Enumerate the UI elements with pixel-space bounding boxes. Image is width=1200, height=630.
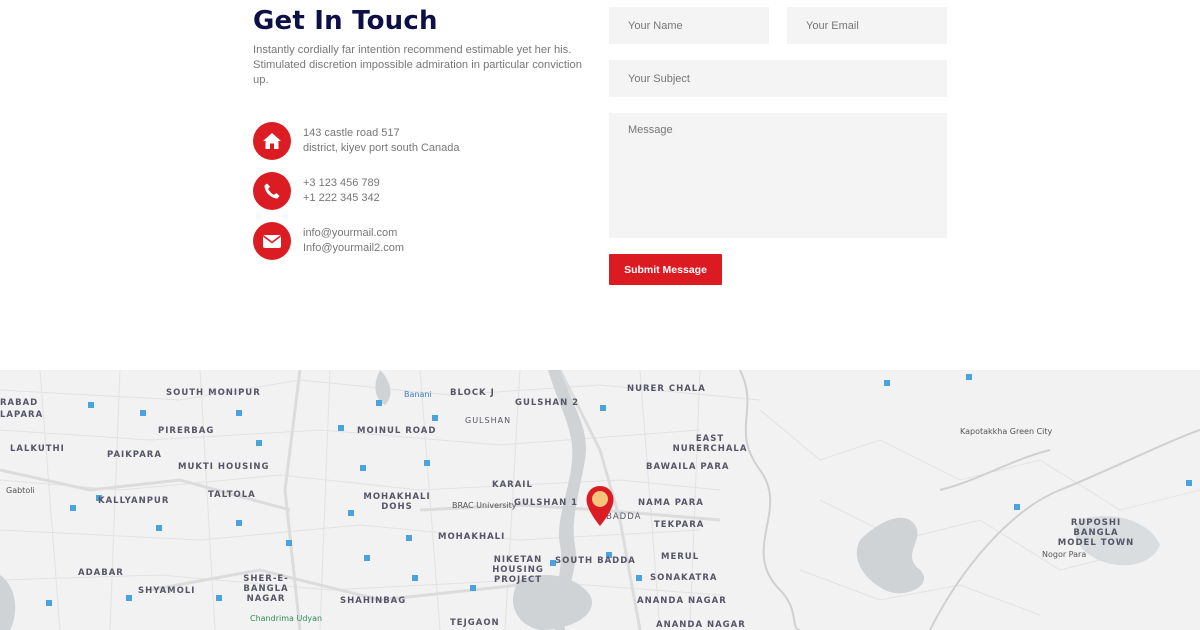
map-label: NURER CHALA (627, 384, 706, 394)
map-label: GULSHAN 1 (514, 498, 579, 508)
email-line-1: info@yourmail.com (303, 227, 398, 239)
map-label: ANANDA NAGAR (637, 596, 727, 606)
map-label: SOUTH BADDA (555, 556, 636, 566)
map-label: NIKETAN HOUSING PROJECT (492, 555, 544, 585)
map-label: BLOCK J (450, 388, 495, 398)
map-label: LALKUTHI (10, 444, 65, 454)
map-label: Gabtoli (6, 486, 35, 495)
map-label: MOINUL ROAD (357, 426, 437, 436)
name-input[interactable] (609, 7, 769, 44)
home-icon (253, 122, 291, 160)
submit-message-button[interactable]: Submit Message (609, 254, 722, 285)
phone-info: +3 123 456 789 +1 222 345 342 (253, 172, 380, 210)
page-title: Get In Touch (253, 6, 438, 36)
map-label: BAWAILA PARA (646, 462, 730, 472)
map-label: SHER-E-BANGLA NAGAR (243, 574, 289, 604)
map-label: ADABAR (78, 568, 124, 578)
map-label: SHAHINBAG (340, 596, 407, 606)
map-label: MOHAKHALI DOHS (363, 492, 431, 512)
map-label: MOHAKHALI (438, 532, 506, 542)
map-label: PAIKPARA (107, 450, 162, 460)
map-label: Nogor Para (1042, 550, 1087, 559)
map-label: Kapotakkha Green City (960, 427, 1053, 436)
map-label: NAMA PARA (638, 498, 704, 508)
map-label: KARAIL (492, 480, 533, 490)
address-info: 143 castle road 517 district, kiyev port… (253, 122, 460, 160)
email-input[interactable] (787, 7, 947, 44)
email-info: info@yourmail.com Info@yourmail2.com (253, 222, 404, 260)
map-label: SHYAMOLI (138, 586, 196, 596)
map-label: RABAD (0, 398, 39, 408)
message-textarea[interactable] (609, 113, 947, 238)
subject-input[interactable] (609, 60, 947, 97)
map-label: SOUTH MONIPUR (166, 388, 261, 398)
address-line-2: district, kiyev port south Canada (303, 142, 460, 154)
intro-text: Instantly cordially far intention recomm… (253, 44, 582, 86)
map-label: RUPOSHI BANGLA MODEL TOWN (1057, 518, 1135, 548)
map-label: KALLYANPUR (98, 496, 170, 506)
map-label: MUKTI HOUSING (178, 462, 270, 472)
map-marker-icon[interactable] (585, 485, 615, 527)
phone-icon (253, 172, 291, 210)
map-label: SONAKATRA (650, 573, 718, 583)
map-label: TALTOLA (208, 490, 256, 500)
map-label: GULSHAN 2 (515, 398, 580, 408)
map-label: ANANDA NAGAR (656, 620, 746, 630)
map-label: MERUL (661, 552, 700, 562)
map-label: EAST NURERCHALA (672, 434, 748, 454)
address-line-1: 143 castle road 517 (303, 127, 400, 139)
map-label: TEKPARA (654, 520, 705, 530)
map-label: GULSHAN (465, 416, 512, 425)
map-label: BRAC University (452, 501, 517, 510)
map-label: PIRERBAG (158, 426, 215, 436)
map-label: Banani (404, 390, 432, 399)
email-line-2: Info@yourmail2.com (303, 242, 405, 254)
map-label: Chandrima Udyan (250, 614, 323, 623)
map-label: LAPARA (0, 410, 44, 420)
phone-line-2: +1 222 345 342 (303, 192, 380, 204)
map-label: TEJGAON (450, 618, 500, 628)
envelope-icon (253, 222, 291, 260)
phone-line-1: +3 123 456 789 (303, 177, 380, 189)
